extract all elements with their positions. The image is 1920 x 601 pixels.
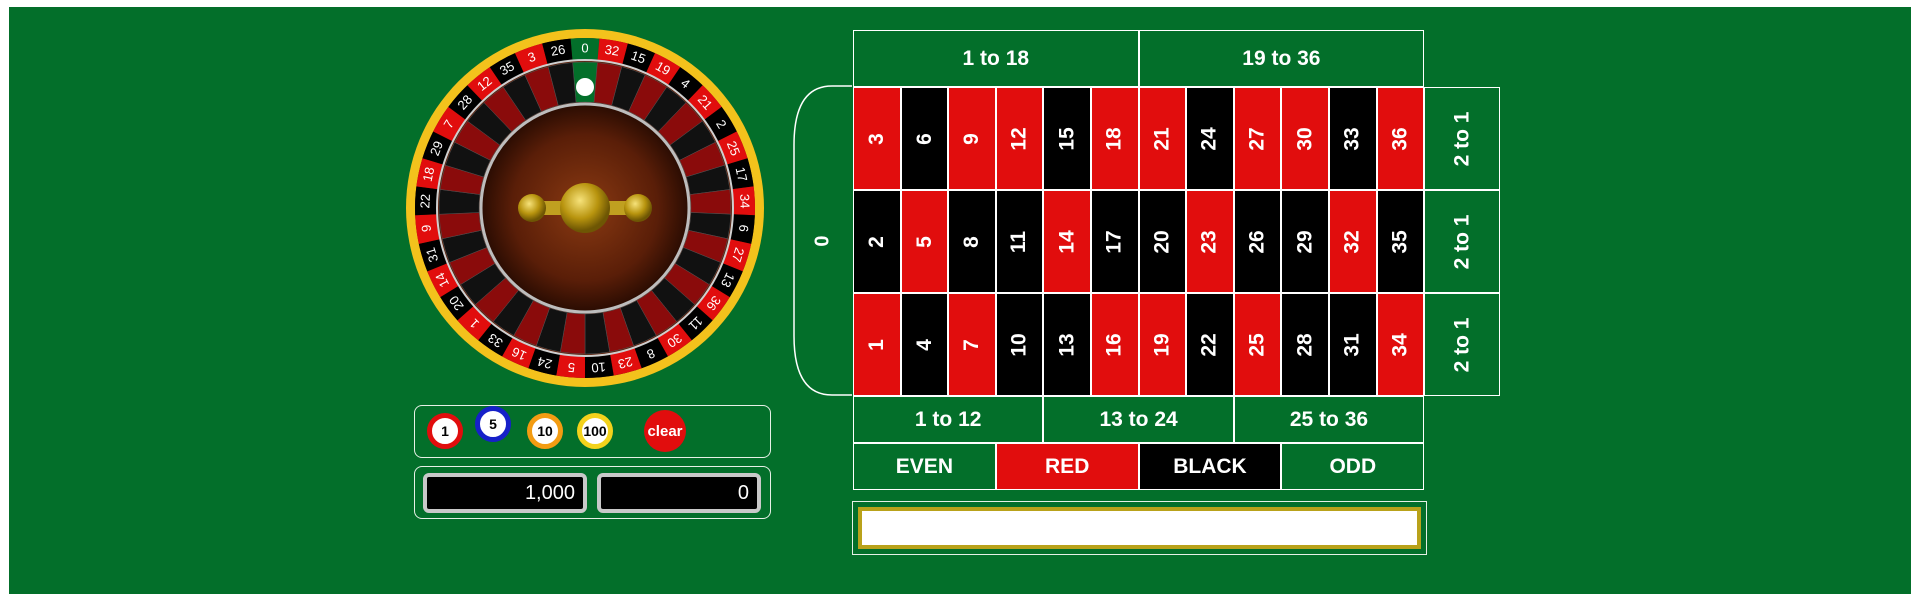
wheel-center-knob bbox=[560, 183, 610, 233]
zero-label: 0 bbox=[811, 235, 833, 246]
number-cell-17[interactable]: 17 bbox=[1091, 190, 1139, 293]
number-cell-20[interactable]: 20 bbox=[1138, 190, 1187, 293]
chip-10[interactable]: 10 bbox=[527, 413, 563, 449]
number-cell-23[interactable]: 23 bbox=[1186, 190, 1234, 293]
number-cell-21[interactable]: 21 bbox=[1138, 87, 1187, 190]
wheel-number-label: 18 bbox=[420, 166, 438, 183]
number-cell-24[interactable]: 24 bbox=[1186, 87, 1234, 190]
wheel-number-label: 17 bbox=[733, 166, 751, 183]
current-bet-display: 0 bbox=[597, 473, 761, 513]
number-cell-36[interactable]: 36 bbox=[1376, 87, 1425, 190]
message-panel bbox=[852, 501, 1427, 555]
number-cell-34[interactable]: 34 bbox=[1376, 293, 1425, 396]
number-cell-7[interactable]: 7 bbox=[948, 293, 996, 396]
column-bet[interactable]: 2 to 1 bbox=[1424, 87, 1501, 190]
number-cell-12[interactable]: 12 bbox=[995, 87, 1044, 190]
number-cell-30[interactable]: 30 bbox=[1281, 87, 1329, 190]
dozen-bet[interactable]: 25 to 36 bbox=[1233, 396, 1425, 443]
number-cell-28[interactable]: 28 bbox=[1281, 293, 1329, 396]
wheel-number-label: 10 bbox=[591, 359, 607, 375]
column-bet[interactable]: 2 to 1 bbox=[1424, 293, 1501, 396]
chip-5[interactable]: 5 bbox=[475, 406, 511, 442]
number-cell-18[interactable]: 18 bbox=[1091, 87, 1139, 190]
chip-100[interactable]: 100 bbox=[577, 413, 613, 449]
number-cell-11[interactable]: 11 bbox=[995, 190, 1044, 293]
wheel-knob-right bbox=[624, 194, 652, 222]
number-cell-13[interactable]: 13 bbox=[1043, 293, 1091, 396]
number-cell-9[interactable]: 9 bbox=[948, 87, 996, 190]
number-cell-2[interactable]: 2 bbox=[853, 190, 901, 293]
wheel-knob-left bbox=[518, 194, 546, 222]
wheel-number-label: 26 bbox=[550, 42, 567, 59]
number-cell-33[interactable]: 33 bbox=[1329, 87, 1377, 190]
number-cell-5[interactable]: 5 bbox=[900, 190, 949, 293]
number-cell-8[interactable]: 8 bbox=[948, 190, 996, 293]
zero-bet-area[interactable]: 0 bbox=[792, 85, 854, 396]
balance-panel: 1,000 0 bbox=[414, 466, 771, 519]
red-bet[interactable]: RED bbox=[995, 443, 1139, 490]
number-cell-27[interactable]: 27 bbox=[1233, 87, 1282, 190]
number-cell-35[interactable]: 35 bbox=[1376, 190, 1425, 293]
number-cell-3[interactable]: 3 bbox=[853, 87, 901, 190]
number-cell-26[interactable]: 26 bbox=[1233, 190, 1282, 293]
message-box bbox=[858, 507, 1421, 549]
number-cell-31[interactable]: 31 bbox=[1329, 293, 1377, 396]
number-cell-15[interactable]: 15 bbox=[1043, 87, 1091, 190]
wheel-number-label: 0 bbox=[581, 40, 588, 55]
number-cell-14[interactable]: 14 bbox=[1043, 190, 1091, 293]
odd-bet[interactable]: ODD bbox=[1281, 443, 1425, 490]
dozen-bet[interactable]: 1 to 12 bbox=[853, 396, 1044, 443]
number-cell-32[interactable]: 32 bbox=[1329, 190, 1377, 293]
number-cell-25[interactable]: 25 bbox=[1233, 293, 1282, 396]
number-cell-22[interactable]: 22 bbox=[1186, 293, 1234, 396]
number-cell-29[interactable]: 29 bbox=[1281, 190, 1329, 293]
number-cell-16[interactable]: 16 bbox=[1091, 293, 1139, 396]
clear-button[interactable]: clear bbox=[644, 410, 686, 452]
number-cell-6[interactable]: 6 bbox=[900, 87, 949, 190]
chip-1[interactable]: 1 bbox=[427, 413, 463, 449]
bank-balance-display: 1,000 bbox=[423, 473, 587, 513]
roulette-ball bbox=[576, 78, 594, 96]
number-cell-1[interactable]: 1 bbox=[853, 293, 901, 396]
column-bet[interactable]: 2 to 1 bbox=[1424, 190, 1501, 293]
dozen-bet[interactable]: 13 to 24 bbox=[1043, 396, 1234, 443]
wheel-number-label: 5 bbox=[567, 360, 575, 376]
half-bet-19-36[interactable]: 19 to 36 bbox=[1138, 30, 1425, 87]
even-bet[interactable]: EVEN bbox=[853, 443, 996, 490]
half-bet-1-18[interactable]: 1 to 18 bbox=[853, 30, 1139, 87]
number-cell-19[interactable]: 19 bbox=[1138, 293, 1187, 396]
wheel-number-label: 32 bbox=[604, 42, 621, 59]
black-bet[interactable]: BLACK bbox=[1138, 443, 1282, 490]
wheel-number-label: 34 bbox=[737, 194, 753, 209]
wheel-number-label: 22 bbox=[417, 194, 433, 209]
number-cell-4[interactable]: 4 bbox=[900, 293, 949, 396]
roulette-wheel: 0 32 1519421225173462713361130823105241633… bbox=[406, 29, 764, 387]
number-cell-10[interactable]: 10 bbox=[995, 293, 1044, 396]
chip-selector-panel: 1 5 10 100 clear bbox=[414, 405, 771, 458]
